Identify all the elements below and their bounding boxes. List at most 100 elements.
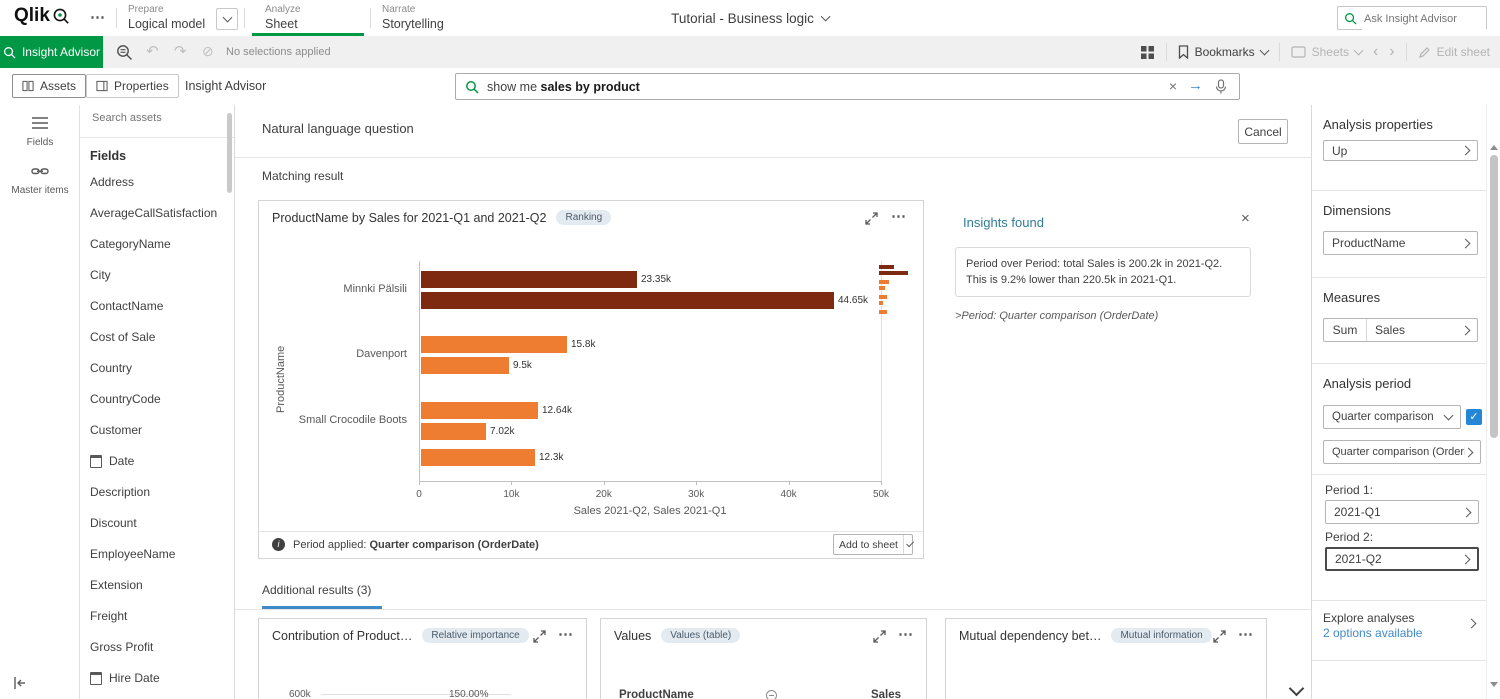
- query-text[interactable]: show me sales by product: [487, 80, 640, 94]
- additional-card-mutual-dependency[interactable]: Mutual dependency bet… Mutual informatio…: [945, 618, 1267, 699]
- bar[interactable]: [421, 357, 509, 374]
- insight-advisor-toggle-button[interactable]: Insight Advisor: [0, 36, 103, 68]
- nav-analyze-sheet[interactable]: Analyze Sheet: [252, 0, 364, 36]
- more-options-icon[interactable]: ⋯: [891, 207, 907, 225]
- sort-order-select[interactable]: Up: [1323, 140, 1478, 161]
- prev-sheet-icon[interactable]: ‹: [1373, 43, 1378, 61]
- microphone-icon[interactable]: [1215, 79, 1227, 95]
- cancel-button[interactable]: Cancel: [1238, 119, 1288, 144]
- scroll-down-chevron[interactable]: [1289, 681, 1305, 697]
- period-field-select[interactable]: Quarter comparison (OrderD…: [1323, 440, 1481, 464]
- matching-result-chart-card[interactable]: ProductName by Sales for 2021-Q1 and 202…: [258, 200, 924, 559]
- nav-prepare[interactable]: Prepare Logical model: [128, 0, 240, 36]
- field-item-address[interactable]: Address: [80, 167, 230, 198]
- expand-icon[interactable]: [873, 630, 886, 643]
- scroll-down-arrow[interactable]: [1490, 682, 1498, 687]
- bar[interactable]: [421, 423, 486, 440]
- more-options-icon[interactable]: ⋯: [898, 625, 914, 643]
- field-item-contactname[interactable]: ContactName: [80, 291, 230, 322]
- add-to-sheet-button[interactable]: Add to sheet: [833, 534, 913, 555]
- search-icon: [1344, 12, 1357, 25]
- measure-aggregation[interactable]: Sum: [1324, 323, 1366, 337]
- field-item-customer[interactable]: Customer: [80, 415, 230, 446]
- period-applied-text: Period applied: Quarter comparison (Orde…: [293, 539, 539, 551]
- app-title-menu[interactable]: Tutorial - Business logic: [671, 0, 829, 36]
- more-menu-button[interactable]: ⋯: [90, 8, 106, 26]
- field-item-description[interactable]: Description: [80, 477, 230, 508]
- field-item-extension[interactable]: Extension: [80, 570, 230, 601]
- period-checkbox[interactable]: ✓: [1466, 409, 1482, 425]
- bookmarks-button[interactable]: Bookmarks: [1178, 45, 1268, 59]
- app-objects-grid-icon[interactable]: [1140, 45, 1155, 60]
- chart-minimap[interactable]: [879, 265, 915, 349]
- measure-select[interactable]: Sum Sales: [1323, 318, 1478, 342]
- bar[interactable]: [421, 292, 834, 309]
- divider: [235, 157, 1311, 158]
- table-col-sales[interactable]: Sales: [871, 689, 901, 699]
- prepare-caret-button[interactable]: [216, 8, 238, 30]
- category-label[interactable]: Minnki Pälsili: [343, 283, 407, 295]
- expand-icon[interactable]: [533, 630, 546, 643]
- additional-card-contribution[interactable]: Contribution of Product… Relative import…: [258, 618, 587, 699]
- scroll-up-arrow[interactable]: [1490, 145, 1498, 150]
- expand-icon[interactable]: [865, 212, 878, 225]
- bar[interactable]: [421, 449, 535, 466]
- field-item-employeename[interactable]: EmployeeName: [80, 539, 230, 570]
- search-assets-box[interactable]: [80, 105, 235, 138]
- close-icon[interactable]: ×: [1241, 210, 1250, 227]
- field-item-country[interactable]: Country: [80, 353, 230, 384]
- field-item-freight[interactable]: Freight: [80, 601, 230, 632]
- bar[interactable]: [421, 271, 637, 288]
- field-item-discount[interactable]: Discount: [80, 508, 230, 539]
- rail-tab-master-items[interactable]: Master items: [0, 163, 80, 196]
- category-label[interactable]: Davenport: [356, 348, 407, 360]
- dimension-select[interactable]: ProductName: [1323, 231, 1478, 255]
- chevron-right-icon[interactable]: [1467, 619, 1477, 629]
- nav-caption: Analyze: [265, 4, 301, 15]
- nav-narrate[interactable]: Narrate Storytelling: [382, 0, 482, 36]
- field-item-date[interactable]: Date: [80, 446, 230, 477]
- search-assets-input[interactable]: [90, 111, 224, 125]
- collapse-panel-icon[interactable]: [12, 675, 28, 691]
- rail-tab-fields[interactable]: Fields: [0, 115, 80, 148]
- period-type-select[interactable]: Quarter comparison: [1323, 405, 1461, 429]
- field-item-categoryname[interactable]: CategoryName: [80, 229, 230, 260]
- bar[interactable]: [421, 402, 538, 419]
- table-col-productname[interactable]: ProductName: [619, 689, 694, 699]
- field-item-countrycode[interactable]: CountryCode: [80, 384, 230, 415]
- expand-icon[interactable]: [1213, 630, 1226, 643]
- period1-select[interactable]: 2021-Q1: [1325, 500, 1479, 524]
- undo-selection-icon[interactable]: ↶: [146, 42, 159, 60]
- field-item-city[interactable]: City: [80, 260, 230, 291]
- ask-insight-advisor-input[interactable]: [1362, 7, 1486, 31]
- explore-analyses-link[interactable]: 2 options available: [1323, 626, 1422, 640]
- additional-card-values[interactable]: Values Values (table) ⋯ ProductName Sale…: [600, 618, 927, 699]
- more-options-icon[interactable]: ⋯: [558, 625, 574, 643]
- edit-sheet-button[interactable]: Edit sheet: [1418, 45, 1490, 59]
- redo-selection-icon[interactable]: ↷: [174, 42, 187, 60]
- assets-button[interactable]: Assets: [12, 74, 86, 98]
- field-item-gross-profit[interactable]: Gross Profit: [80, 632, 230, 663]
- period2-select[interactable]: 2021-Q2: [1325, 547, 1479, 571]
- selections-tool-icon[interactable]: [116, 44, 133, 61]
- category-label[interactable]: Small Crocodile Boots: [299, 414, 407, 426]
- clear-selections-icon[interactable]: ⊘: [202, 43, 214, 60]
- tab-additional-results[interactable]: Additional results (3): [262, 583, 371, 597]
- topbar-search[interactable]: [1337, 6, 1487, 30]
- panel-scrollbar[interactable]: [1486, 105, 1500, 699]
- next-sheet-icon[interactable]: ›: [1389, 43, 1394, 61]
- fields-scrollbar-thumb[interactable]: [227, 113, 232, 193]
- field-item-hire-date[interactable]: Hire Date: [80, 663, 230, 694]
- more-options-icon[interactable]: ⋯: [1238, 625, 1254, 643]
- clear-query-icon[interactable]: ×: [1169, 78, 1177, 94]
- analysis-properties-panel: Analysis properties Up Dimensions Produc…: [1311, 105, 1486, 699]
- field-item-cost-of-sale[interactable]: Cost of Sale: [80, 322, 230, 353]
- sheets-button[interactable]: Sheets: [1291, 45, 1362, 59]
- scrollbar-thumb[interactable]: [1490, 155, 1498, 438]
- nlq-search-bar[interactable]: show me sales by product × →: [455, 73, 1240, 100]
- column-search-icon[interactable]: [766, 690, 777, 699]
- field-item-averagecallsatisfaction[interactable]: AverageCallSatisfaction: [80, 198, 230, 229]
- submit-query-icon[interactable]: →: [1188, 77, 1203, 94]
- properties-button[interactable]: Properties: [86, 74, 179, 98]
- bar[interactable]: [421, 336, 567, 353]
